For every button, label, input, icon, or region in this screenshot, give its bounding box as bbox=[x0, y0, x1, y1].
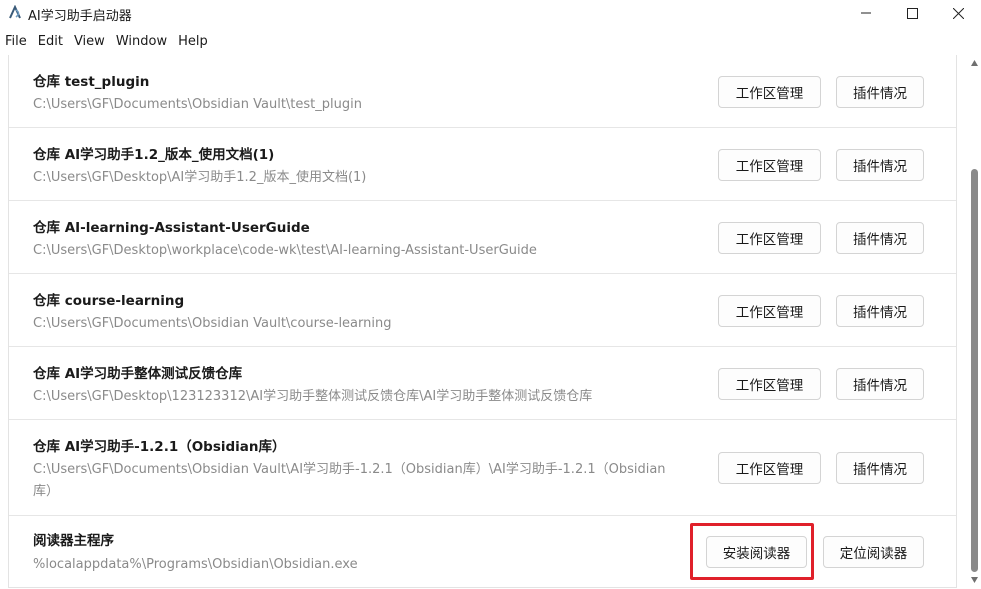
repo-row: 仓库 course-learning C:\Users\GF\Documents… bbox=[9, 274, 956, 347]
install-reader-button[interactable]: 安装阅读器 bbox=[706, 536, 807, 568]
repo-row: 仓库 AI-learning-Assistant-UserGuide C:\Us… bbox=[9, 201, 956, 274]
plugin-status-button[interactable]: 插件情况 bbox=[836, 452, 924, 484]
menu-window[interactable]: Window bbox=[116, 32, 167, 52]
window-title: AI学习助手启动器 bbox=[28, 9, 132, 24]
scroll-down-arrow-icon[interactable] bbox=[971, 577, 978, 583]
repo-title: 仓库 course-learning bbox=[33, 293, 185, 309]
workspace-manage-button[interactable]: 工作区管理 bbox=[718, 452, 821, 484]
repo-path: C:\Users\GF\Desktop\123123312\AI学习助手整体测试… bbox=[33, 389, 593, 404]
scroll-up-arrow-icon[interactable] bbox=[971, 60, 978, 66]
repo-title: 仓库 AI-learning-Assistant-UserGuide bbox=[33, 220, 310, 236]
plugin-status-button[interactable]: 插件情况 bbox=[836, 149, 924, 181]
plugin-status-button[interactable]: 插件情况 bbox=[836, 76, 924, 108]
maximize-icon bbox=[906, 7, 918, 19]
plugin-status-button[interactable]: 插件情况 bbox=[836, 295, 924, 327]
repo-path: C:\Users\GF\Documents\Obsidian Vault\AI学… bbox=[33, 462, 666, 499]
workspace-manage-button[interactable]: 工作区管理 bbox=[718, 76, 821, 108]
scrollbar-thumb[interactable] bbox=[971, 169, 978, 572]
repo-path: C:\Users\GF\Documents\Obsidian Vault\tes… bbox=[33, 97, 362, 112]
reader-row: 阅读器主程序 %localappdata%\Programs\Obsidian\… bbox=[9, 516, 956, 587]
workspace-manage-button[interactable]: 工作区管理 bbox=[718, 295, 821, 327]
vertical-scrollbar[interactable] bbox=[968, 55, 981, 589]
close-icon bbox=[952, 7, 964, 19]
menu-edit[interactable]: Edit bbox=[38, 32, 63, 52]
plugin-status-button[interactable]: 插件情况 bbox=[836, 222, 924, 254]
plugin-status-button[interactable]: 插件情况 bbox=[836, 368, 924, 400]
repo-title: 仓库 AI学习助手-1.2.1（Obsidian库） bbox=[33, 439, 286, 455]
workspace-manage-button[interactable]: 工作区管理 bbox=[718, 368, 821, 400]
locate-reader-button[interactable]: 定位阅读器 bbox=[823, 536, 924, 568]
repo-path: C:\Users\GF\Documents\Obsidian Vault\cou… bbox=[33, 316, 392, 331]
reader-title: 阅读器主程序 bbox=[33, 533, 114, 549]
maximize-button[interactable] bbox=[889, 0, 935, 26]
repo-row: 仓库 AI学习助手-1.2.1（Obsidian库） C:\Users\GF\D… bbox=[9, 420, 956, 516]
minimize-button[interactable] bbox=[843, 0, 889, 26]
repository-list: 仓库 test_plugin C:\Users\GF\Documents\Obs… bbox=[8, 55, 957, 588]
repo-row: 仓库 test_plugin C:\Users\GF\Documents\Obs… bbox=[9, 55, 956, 128]
repo-title: 仓库 AI学习助手整体测试反馈仓库 bbox=[33, 366, 243, 382]
close-button[interactable] bbox=[935, 0, 981, 26]
workspace-manage-button[interactable]: 工作区管理 bbox=[718, 149, 821, 181]
repo-path: C:\Users\GF\Desktop\workplace\code-wk\te… bbox=[33, 243, 537, 258]
reader-path: %localappdata%\Programs\Obsidian\Obsidia… bbox=[33, 557, 358, 572]
minimize-icon bbox=[861, 12, 871, 14]
ai-logo-icon bbox=[9, 5, 21, 19]
repo-row: 仓库 AI学习助手1.2_版本_使用文档(1) C:\Users\GF\Desk… bbox=[9, 128, 956, 201]
menu-bar: File Edit View Window Help bbox=[0, 30, 981, 54]
workspace-manage-button[interactable]: 工作区管理 bbox=[718, 222, 821, 254]
menu-view[interactable]: View bbox=[74, 32, 105, 52]
title-bar: AI学习助手启动器 bbox=[0, 0, 981, 26]
repo-row: 仓库 AI学习助手整体测试反馈仓库 C:\Users\GF\Desktop\12… bbox=[9, 347, 956, 420]
repo-title: 仓库 AI学习助手1.2_版本_使用文档(1) bbox=[33, 147, 275, 163]
repo-title: 仓库 test_plugin bbox=[33, 74, 150, 90]
menu-file[interactable]: File bbox=[5, 32, 27, 52]
menu-help[interactable]: Help bbox=[178, 32, 208, 52]
repo-path: C:\Users\GF\Desktop\AI学习助手1.2_版本_使用文档(1) bbox=[33, 170, 367, 185]
